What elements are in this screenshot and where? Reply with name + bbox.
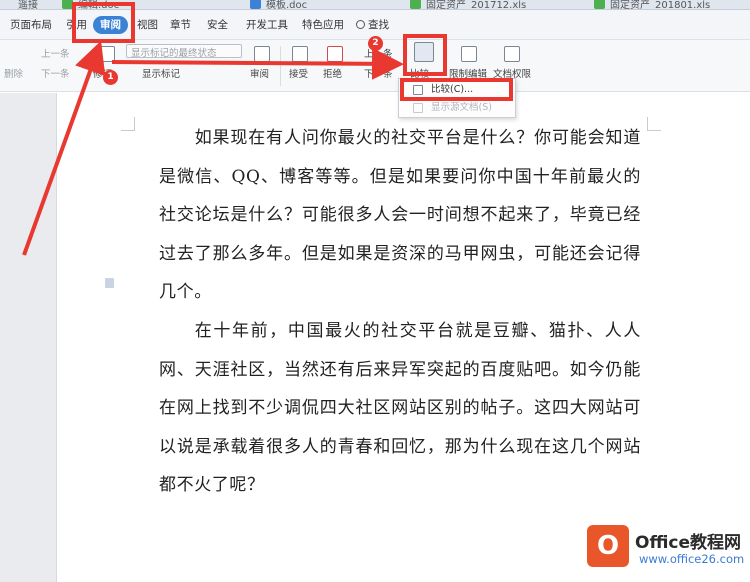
highlight-compare-menu-item	[400, 78, 513, 101]
tab-doc-2[interactable]: 模板.doc	[248, 0, 308, 10]
menu-developer-tools[interactable]: 开发工具	[246, 16, 288, 34]
show-markup-button[interactable]: 显示标记	[142, 66, 180, 80]
restrict-editing-icon[interactable]	[461, 46, 477, 62]
accept-icon[interactable]	[292, 46, 308, 62]
document-icon	[413, 103, 423, 113]
tab-doc-0[interactable]: 遥接	[0, 0, 38, 10]
writer-doc-icon	[250, 0, 261, 9]
show-source-menu-label: 显示源文档(S)	[431, 102, 492, 113]
menu-special-apps[interactable]: 特色应用	[302, 16, 344, 34]
track-changes-icon[interactable]	[99, 46, 115, 62]
highlight-compare-button	[403, 34, 447, 76]
crop-mark	[647, 117, 661, 131]
tab-label: 遥接	[18, 0, 38, 10]
toolbar-divider	[280, 46, 281, 86]
tab-label: 固定资产_201712.xls	[426, 0, 527, 10]
spreadsheet-icon	[594, 0, 605, 9]
tab-doc-4[interactable]: 固定资产_201801.xls	[592, 0, 711, 10]
crop-mark	[121, 117, 135, 131]
paragraph-1[interactable]: 如果现在有人问你最火的社交平台是什么？你可能会知道是微信、QQ、博客等等。但是如…	[159, 119, 641, 312]
paragraph-2[interactable]: 在十年前，中国最火的社交平台就是豆瓣、猫扑、人人网、天涯社区，当然还有后来异军突…	[159, 312, 641, 505]
site-watermark: O Office教程网 www.office26.com	[583, 519, 745, 575]
tab-doc-3[interactable]: 固定资产_201712.xls	[408, 0, 527, 10]
reject-button[interactable]: 拒绝	[323, 66, 342, 80]
menu-search[interactable]: 查找	[356, 16, 389, 34]
menu-chapter[interactable]: 章节	[170, 16, 191, 34]
next-change-button[interactable]: 下一条	[364, 66, 393, 80]
show-source-menu-item[interactable]: 显示源文档(S)	[399, 99, 515, 117]
search-label: 查找	[368, 19, 389, 31]
step-badge-1: 1	[103, 70, 118, 85]
tab-label: 模板.doc	[266, 0, 308, 10]
menu-security[interactable]: 安全	[207, 16, 228, 34]
watermark-url: www.office26.com	[639, 552, 745, 566]
review-pane-icon[interactable]	[254, 46, 270, 62]
markup-mode-value: 显示标记的最终状态	[131, 48, 217, 59]
accept-button[interactable]: 接受	[289, 66, 308, 80]
reject-icon[interactable]	[327, 46, 343, 62]
review-pane-button[interactable]: 审阅	[250, 66, 269, 80]
next-comment-button[interactable]: 下一条	[41, 66, 70, 80]
delete-comment-button[interactable]: 删除	[4, 66, 23, 80]
markup-mode-select[interactable]: 显示标记的最终状态	[126, 44, 242, 59]
menu-view[interactable]: 视图	[137, 16, 158, 34]
step-badge-2: 2	[368, 36, 383, 51]
document-permission-icon[interactable]	[504, 46, 520, 62]
office-logo-icon: O	[587, 525, 629, 567]
spreadsheet-icon	[410, 0, 421, 9]
search-icon	[356, 20, 365, 29]
tab-label: 固定资产_201801.xls	[610, 0, 711, 10]
paragraph-marker-icon[interactable]	[105, 278, 114, 288]
menu-page-layout[interactable]: 页面布局	[10, 16, 52, 34]
watermark-name: Office教程网	[635, 533, 742, 553]
prev-comment-button[interactable]: 上一条	[41, 46, 70, 60]
highlight-review-tab	[72, 2, 135, 43]
